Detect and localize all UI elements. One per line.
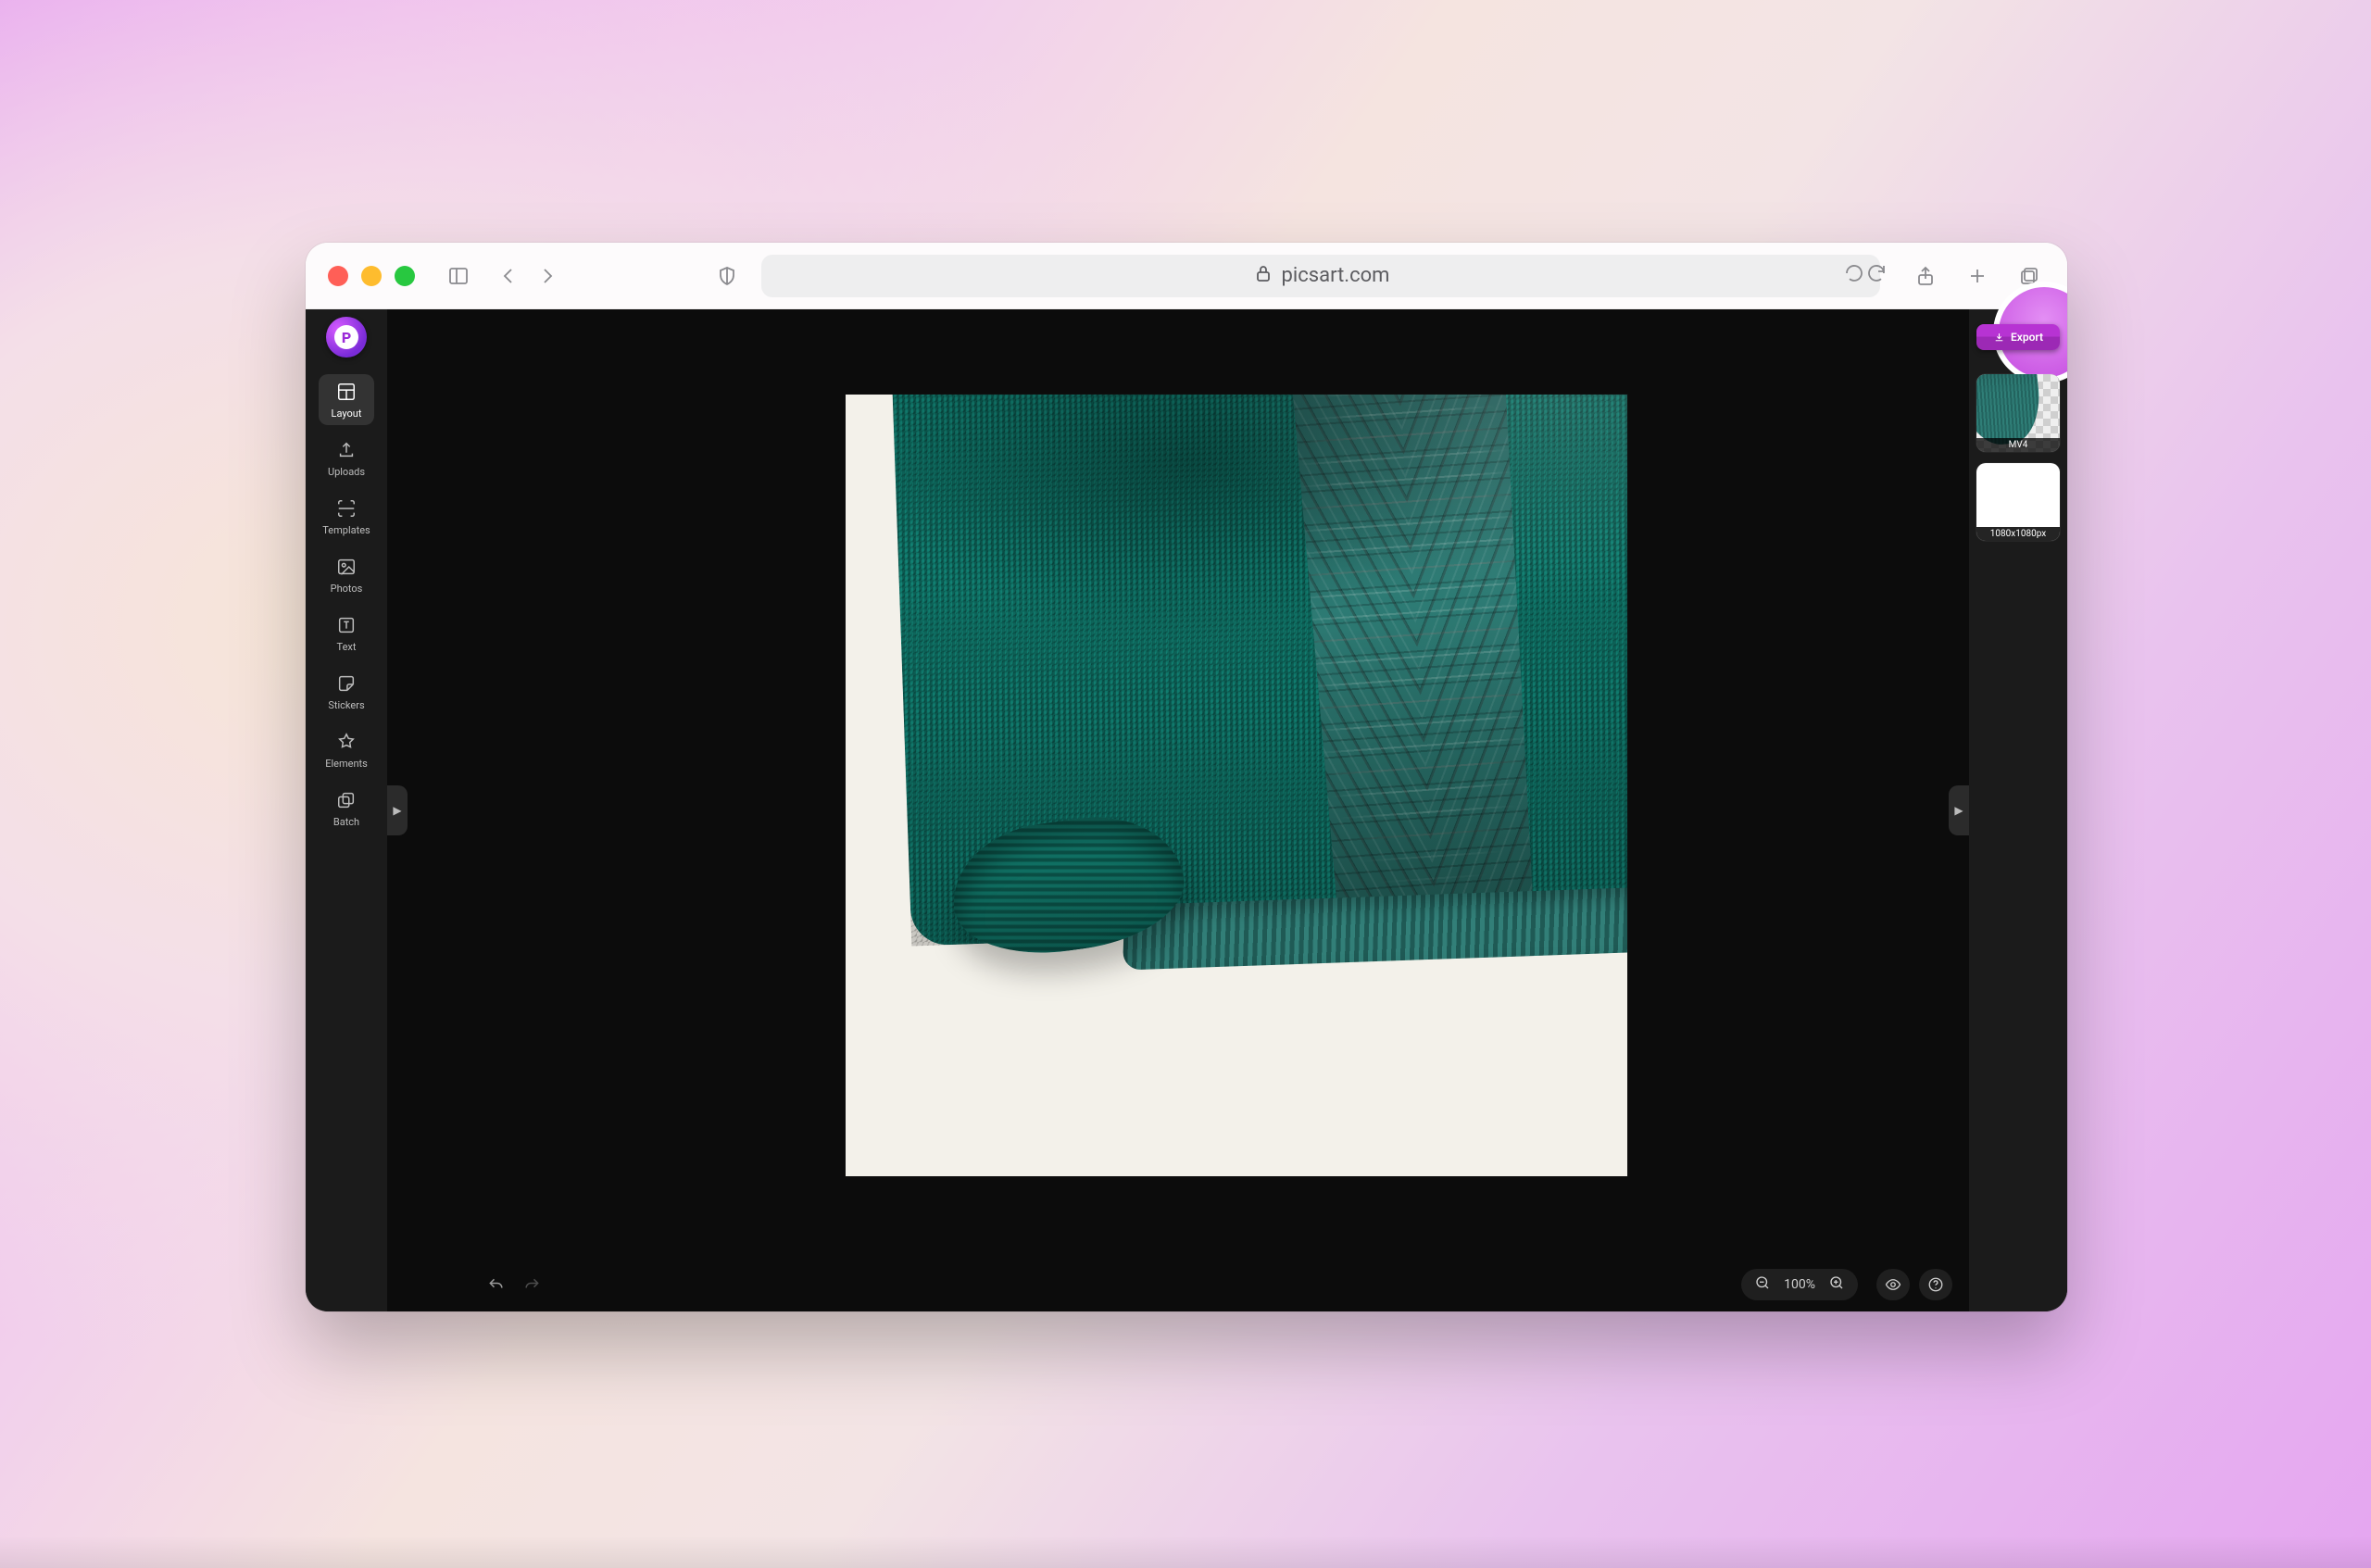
rail-item-label: Photos: [331, 583, 363, 595]
rail-item-uploads[interactable]: Uploads: [319, 433, 374, 483]
rail-item-templates[interactable]: Templates: [319, 491, 374, 542]
rail-item-label: Uploads: [328, 466, 365, 478]
zoom-in-button[interactable]: [1828, 1274, 1845, 1295]
zoom-controls: 100%: [1741, 1269, 1858, 1300]
browser-chrome: picsart.com: [306, 243, 2067, 309]
privacy-shield-icon[interactable]: [711, 260, 743, 292]
rail-item-stickers[interactable]: Stickers: [319, 666, 374, 717]
rail-item-elements[interactable]: Elements: [319, 724, 374, 775]
rail-item-photos[interactable]: Photos: [319, 549, 374, 600]
redo-button[interactable]: [522, 1276, 541, 1298]
layer-caption: 1080x1080px: [1976, 527, 2060, 541]
rail-item-label: Templates: [322, 524, 370, 536]
canvas[interactable]: [846, 395, 1627, 1176]
rail-item-label: Layout: [332, 408, 362, 420]
right-panel-toggle[interactable]: ▶: [1949, 785, 1969, 835]
layer-thumb-image[interactable]: MV4: [1976, 374, 2060, 452]
lock-icon: [1252, 262, 1274, 290]
reload-icon[interactable]: [1843, 262, 1865, 290]
window-close-button[interactable]: [328, 266, 348, 286]
export-button-label: Export: [2011, 331, 2043, 344]
window-zoom-button[interactable]: [395, 266, 415, 286]
rail-item-label: Text: [337, 641, 357, 653]
sidebar-toggle-button[interactable]: [443, 260, 474, 292]
nav-back-button[interactable]: [493, 260, 524, 292]
nav-forward-button[interactable]: [532, 260, 563, 292]
picsart-editor: P Layout Uploads Templates Photos Text: [306, 309, 2067, 1311]
picsart-logo[interactable]: P: [326, 317, 367, 358]
new-tab-button[interactable]: [1962, 260, 1993, 292]
left-tool-rail: P Layout Uploads Templates Photos Text: [306, 309, 387, 1311]
help-button[interactable]: [1919, 1269, 1952, 1300]
share-button[interactable]: [1910, 260, 1941, 292]
left-panel-toggle[interactable]: ▶: [387, 785, 408, 835]
zoom-out-button[interactable]: [1754, 1274, 1771, 1295]
url-host-text: picsart.com: [1282, 264, 1390, 287]
rail-item-label: Elements: [325, 758, 368, 770]
view-extra-controls: [1876, 1269, 1952, 1300]
layers-panel: MV4 1080x1080px: [1976, 374, 2060, 541]
rail-item-text[interactable]: Text: [319, 608, 374, 659]
url-bar[interactable]: picsart.com: [761, 255, 1880, 297]
history-controls: [487, 1276, 541, 1298]
layer-thumb-background[interactable]: 1080x1080px: [1976, 463, 2060, 541]
window-controls: [328, 266, 415, 286]
rail-item-label: Stickers: [328, 699, 364, 711]
window-minimize-button[interactable]: [361, 266, 382, 286]
safari-window: picsart.com P Layout: [306, 243, 2067, 1311]
right-column: Export MV4 1080x1080px: [1969, 309, 2067, 1311]
rail-item-label: Batch: [333, 816, 359, 828]
undo-button[interactable]: [487, 1276, 506, 1298]
export-button[interactable]: Export: [1976, 324, 2060, 350]
canvas-area: 100%: [387, 309, 1969, 1311]
zoom-level-text: 100%: [1784, 1277, 1815, 1292]
rail-item-layout[interactable]: Layout: [319, 374, 374, 425]
preview-toggle-button[interactable]: [1876, 1269, 1910, 1300]
layer-caption: MV4: [1976, 438, 2060, 452]
canvas-photo-teal-sweater: [846, 395, 1627, 1176]
rail-item-batch[interactable]: Batch: [319, 783, 374, 834]
